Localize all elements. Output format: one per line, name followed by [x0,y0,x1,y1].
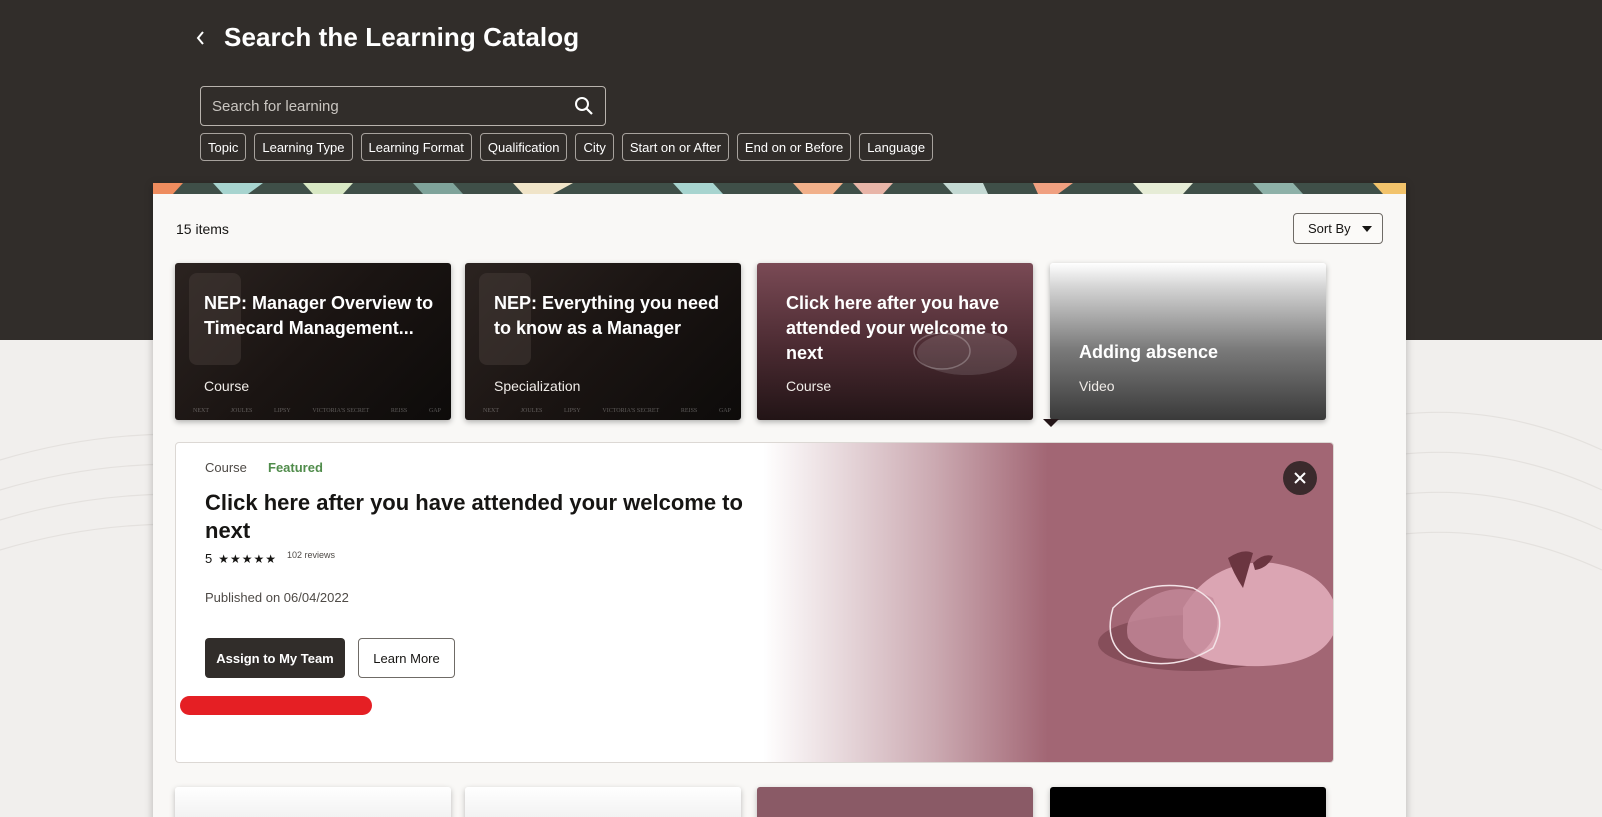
search-box [200,86,606,126]
search-icon [575,97,593,115]
card-type: Course [786,378,832,394]
learning-card[interactable] [175,787,451,817]
assign-to-my-team-button[interactable]: Assign to My Team [205,638,345,678]
learning-card[interactable]: Adding absence Video [1050,263,1326,420]
rating: 5 ★★★★★ 102 reviews [205,549,336,567]
items-count: 15 items [176,221,229,237]
results-panel: 15 items Sort By NEP: Manager Overview t… [153,183,1406,817]
back-button[interactable] [189,26,213,50]
brand-label: GAP [718,408,731,414]
learning-card[interactable] [465,787,741,817]
learn-more-button[interactable]: Learn More [358,638,455,678]
brand-label: NEXT [193,408,209,414]
learning-card[interactable] [1050,787,1326,817]
detail-type: Course [205,460,247,475]
brand-strip: NEXT JOULES LIPSY VICTORIA'S SECRET REIS… [193,408,441,414]
filter-learning-type[interactable]: Learning Type [254,133,353,161]
review-count: 102 reviews [287,549,336,560]
brand-strip: NEXT JOULES LIPSY VICTORIA'S SECRET REIS… [483,408,731,414]
detail-title: Click here after you have attended your … [205,490,743,543]
brand-label: LIPSY [274,408,291,414]
search-input[interactable] [201,87,563,125]
card-type: Video [1079,378,1115,394]
filter-language[interactable]: Language [859,133,934,161]
learning-card-selected[interactable]: Click here after you have attended your … [757,263,1033,420]
filter-topic[interactable]: Topic [200,133,247,161]
brand-label: JOULES [230,408,253,414]
rating-value: 5 [205,551,213,566]
card-title: Adding absence [1079,342,1219,362]
filter-start-on-or-after[interactable]: Start on or After [621,133,729,161]
close-icon [1294,472,1306,484]
selection-pointer [1043,419,1059,427]
published-date: Published on 06/04/2022 [205,590,349,605]
filter-chips: Topic Learning Type Learning Format Qual… [200,133,934,161]
brand-label: GAP [428,408,441,414]
card-title: NEP: Everything you need to know as a Ma… [494,293,720,338]
filter-end-on-or-before[interactable]: End on or Before [736,133,852,161]
brand-label: REISS [680,408,698,414]
search-button[interactable] [563,87,605,125]
filter-learning-format[interactable]: Learning Format [360,133,472,161]
star-icons: ★★★★★ [218,551,278,566]
brand-label: VICTORIA'S SECRET [312,408,370,414]
card-type: Course [204,378,250,394]
chevron-left-icon [196,31,204,45]
card-title: NEP: Manager Overview to Timecard Manage… [204,293,434,338]
detail-illustration [763,443,1333,762]
card-title: Click here after you have attended your … [786,293,1009,363]
brand-label: VICTORIA'S SECRET [602,408,660,414]
learning-card[interactable]: NEP: Manager Overview to Timecard Manage… [175,263,451,420]
course-detail-panel: Course Featured Click here after you hav… [175,442,1334,763]
apple-illustration [1098,551,1333,671]
card-type: Specialization [494,378,581,394]
page-title: Search the Learning Catalog [224,22,580,52]
brand-label: REISS [390,408,408,414]
filter-city[interactable]: City [575,133,614,161]
decorative-banner [153,183,1406,194]
learning-card[interactable]: NEP: Everything you need to know as a Ma… [465,263,741,420]
brand-label: NEXT [483,408,499,414]
brand-label: LIPSY [564,408,581,414]
featured-badge: Featured [268,460,323,475]
sort-by-dropdown[interactable]: Sort By [1293,213,1383,244]
sort-by-label: Sort By [1308,221,1351,236]
close-button[interactable] [1283,461,1317,495]
learning-card[interactable] [757,787,1033,817]
redaction-mark [180,696,372,715]
caret-down-icon [1362,225,1372,232]
brand-label: JOULES [520,408,543,414]
filter-qualification[interactable]: Qualification [479,133,568,161]
